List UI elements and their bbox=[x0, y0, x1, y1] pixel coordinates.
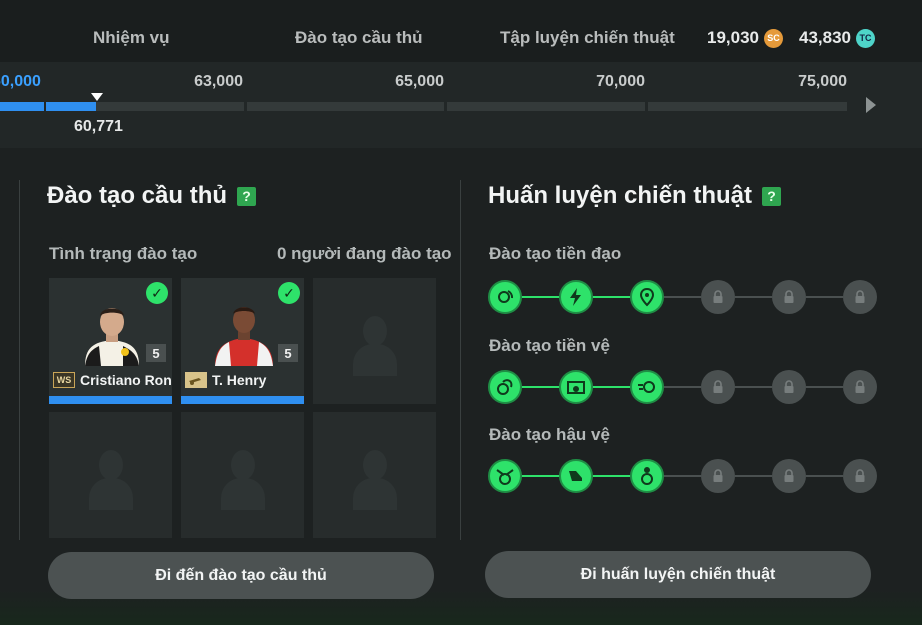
training-status-value: 0 người đang đào tạo bbox=[277, 244, 452, 263]
tab-player-training[interactable]: Đào tạo cầu thủ bbox=[295, 28, 423, 48]
empty-player-slot[interactable] bbox=[313, 278, 436, 404]
node-connector bbox=[522, 386, 559, 388]
help-icon[interactable]: ? bbox=[762, 186, 782, 206]
lock-icon[interactable] bbox=[843, 280, 877, 314]
lock-icon[interactable] bbox=[701, 280, 735, 314]
empty-player-slot[interactable] bbox=[313, 412, 436, 538]
progress-segment bbox=[0, 102, 44, 111]
player-silhouette-icon bbox=[89, 450, 133, 510]
progress-segment bbox=[648, 102, 847, 111]
player-name-row: T. Henry bbox=[185, 372, 266, 388]
node-connector bbox=[806, 386, 843, 388]
player-silhouette-icon bbox=[221, 450, 265, 510]
player-name-row: WS Cristiano Rona bbox=[53, 372, 172, 388]
ball-curve-icon[interactable] bbox=[488, 370, 522, 404]
tick-label: 65,000 bbox=[395, 73, 444, 90]
training-status-label: Tình trạng đào tạo bbox=[49, 244, 198, 263]
divider bbox=[19, 180, 20, 540]
player-name: T. Henry bbox=[212, 372, 267, 388]
lock-icon[interactable] bbox=[772, 280, 806, 314]
tc-amount: 43,830 bbox=[799, 28, 851, 47]
tick-label: 70,000 bbox=[596, 73, 645, 90]
node-connector bbox=[522, 296, 559, 298]
player-portrait bbox=[85, 308, 139, 366]
location-pin-icon[interactable] bbox=[630, 280, 664, 314]
node-connector bbox=[735, 296, 772, 298]
lock-icon[interactable] bbox=[843, 370, 877, 404]
tactical-training-title: Huấn luyện chiến thuật ? bbox=[488, 182, 782, 210]
current-marker-icon bbox=[91, 93, 103, 101]
node-connector bbox=[593, 475, 630, 477]
tick-label: 63,000 bbox=[194, 73, 243, 90]
tc-coin-icon: TC bbox=[856, 28, 875, 48]
node-connector bbox=[735, 386, 772, 388]
top-nav: Nhiệm vụ Đào tạo cầu thủ Tập luyện chiến… bbox=[0, 0, 922, 62]
lightning-icon[interactable] bbox=[559, 280, 593, 314]
node-connector bbox=[664, 475, 701, 477]
ws-badge-icon: WS bbox=[53, 372, 75, 388]
level-badge: 5 bbox=[278, 344, 298, 362]
progress-fill bbox=[46, 102, 96, 111]
ball-spin-icon[interactable] bbox=[488, 280, 522, 314]
ball-dash-icon[interactable] bbox=[630, 370, 664, 404]
player-silhouette-icon bbox=[353, 316, 397, 376]
node-connector bbox=[664, 386, 701, 388]
player-silhouette-icon bbox=[353, 450, 397, 510]
level-badge: 5 bbox=[146, 344, 166, 362]
node-connector bbox=[735, 475, 772, 477]
goal-target-icon[interactable] bbox=[559, 370, 593, 404]
player-card-henry[interactable]: ✓ 5 T. Henry bbox=[181, 278, 304, 404]
training-progress-bar bbox=[49, 396, 172, 404]
lock-icon[interactable] bbox=[772, 459, 806, 493]
sc-balance: 19,030 SC bbox=[707, 28, 783, 48]
lock-icon[interactable] bbox=[701, 370, 735, 404]
tick-label: 60,000 bbox=[0, 73, 41, 90]
player-name: Cristiano Rona bbox=[80, 372, 172, 388]
sc-coin-icon: SC bbox=[764, 28, 783, 48]
panel-title-text: Huấn luyện chiến thuật bbox=[488, 182, 753, 209]
empty-player-slot[interactable] bbox=[181, 412, 304, 538]
node-connector bbox=[522, 475, 559, 477]
completed-check-icon: ✓ bbox=[278, 282, 300, 304]
forward-training-label: Đào tạo tiền đạo bbox=[489, 244, 622, 263]
current-value: 60,771 bbox=[74, 118, 123, 135]
node-connector bbox=[806, 475, 843, 477]
boot-tackle-icon[interactable] bbox=[559, 459, 593, 493]
completed-check-icon: ✓ bbox=[146, 282, 168, 304]
player-portrait bbox=[215, 307, 273, 366]
progress-segment bbox=[447, 102, 645, 111]
player-card-ronaldo[interactable]: ✓ 5 WS Cristiano Rona bbox=[49, 278, 172, 404]
ball-header-icon[interactable] bbox=[630, 459, 664, 493]
tc-balance: 43,830 TC bbox=[799, 28, 875, 48]
next-arrow-icon[interactable] bbox=[866, 97, 876, 113]
divider bbox=[460, 180, 461, 540]
empty-player-slot[interactable] bbox=[49, 412, 172, 538]
lock-icon[interactable] bbox=[843, 459, 877, 493]
midfield-training-label: Đào tạo tiền vệ bbox=[489, 336, 610, 355]
node-connector bbox=[664, 296, 701, 298]
tab-missions[interactable]: Nhiệm vụ bbox=[93, 28, 170, 48]
help-icon[interactable]: ? bbox=[237, 186, 257, 206]
club-badge-icon bbox=[185, 372, 207, 388]
go-tactical-training-button[interactable]: Đi huấn luyện chiến thuật bbox=[485, 551, 871, 598]
tick-label: 75,000 bbox=[798, 73, 847, 90]
progress-segment bbox=[247, 102, 444, 111]
milestone-progress: 60,000 63,000 65,000 70,000 75,000 60,77… bbox=[0, 62, 922, 148]
node-connector bbox=[806, 296, 843, 298]
defense-training-label: Đào tạo hậu vệ bbox=[489, 425, 610, 444]
panel-title-text: Đào tạo cầu thủ bbox=[47, 182, 228, 209]
node-connector bbox=[593, 386, 630, 388]
lock-icon[interactable] bbox=[701, 459, 735, 493]
sc-amount: 19,030 bbox=[707, 28, 759, 47]
lock-icon[interactable] bbox=[772, 370, 806, 404]
training-progress-bar bbox=[181, 396, 304, 404]
player-training-title: Đào tạo cầu thủ ? bbox=[47, 182, 257, 210]
ball-wings-icon[interactable] bbox=[488, 459, 522, 493]
cannon-icon bbox=[189, 378, 201, 385]
node-connector bbox=[593, 296, 630, 298]
tab-tactical-training[interactable]: Tập luyện chiến thuật bbox=[500, 28, 675, 48]
go-player-training-button[interactable]: Đi đến đào tạo cầu thủ bbox=[48, 552, 434, 599]
